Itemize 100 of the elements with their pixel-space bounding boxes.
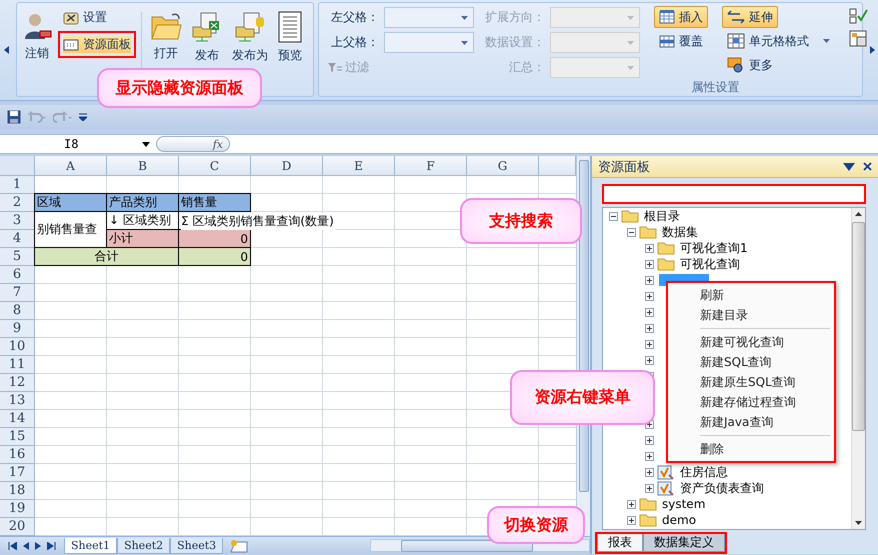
- dropdown-field[interactable]: [384, 32, 474, 53]
- row-header[interactable]: 2: [0, 194, 35, 212]
- menu-item[interactable]: 新建SQL查询: [668, 352, 834, 372]
- expand-icon[interactable]: [645, 340, 654, 348]
- row-header[interactable]: 20: [0, 518, 35, 536]
- sheet-tab[interactable]: Sheet3: [170, 538, 224, 554]
- next-sheet-icon[interactable]: [35, 542, 41, 550]
- resource-panel-button[interactable]: 资源面板: [58, 31, 136, 58]
- dropdown-icon[interactable]: [843, 162, 855, 170]
- scroll-right-icon[interactable]: [870, 46, 875, 54]
- scroll-up-icon[interactable]: [855, 212, 862, 216]
- row-header[interactable]: 17: [0, 464, 35, 482]
- format-button[interactable]: 单元格格式: [722, 30, 835, 52]
- row-header[interactable]: 4: [0, 230, 35, 248]
- check-grid-icon[interactable]: [849, 8, 869, 24]
- tree-item[interactable]: 可视化查询: [678, 256, 742, 272]
- row-header[interactable]: 3: [0, 212, 35, 230]
- callout-tooltip: 支持搜索: [460, 198, 582, 244]
- tree-item[interactable]: 根目录: [642, 208, 682, 224]
- dropdown-field[interactable]: [384, 7, 474, 28]
- more-button[interactable]: 更多: [722, 54, 778, 76]
- row-header[interactable]: 12: [0, 374, 35, 392]
- menu-item[interactable]: 新建原生SQL查询: [668, 372, 834, 392]
- table-icon[interactable]: [849, 30, 869, 48]
- row-header[interactable]: 10: [0, 338, 35, 356]
- expand-icon[interactable]: [645, 468, 654, 476]
- expand-icon[interactable]: [645, 244, 654, 252]
- sheet-tab[interactable]: Sheet2: [117, 538, 170, 554]
- panel-tab[interactable]: 数据集定义: [643, 534, 725, 552]
- cover-button[interactable]: 覆盖: [654, 30, 708, 52]
- insert-button[interactable]: 插入: [654, 6, 708, 28]
- panel-tab[interactable]: 报表: [597, 534, 643, 552]
- function-button[interactable]: fx: [156, 136, 230, 152]
- logout-button[interactable]: 注销: [19, 6, 55, 67]
- expand-icon[interactable]: [645, 452, 654, 460]
- open-button[interactable]: 打开: [147, 6, 185, 67]
- row-header[interactable]: 1: [0, 176, 35, 194]
- publish-as-button[interactable]: 发布为: [229, 6, 271, 69]
- row-header[interactable]: 9: [0, 320, 35, 338]
- row-header[interactable]: 18: [0, 482, 35, 500]
- tree-item[interactable]: 数据集: [660, 224, 700, 240]
- name-box[interactable]: I8: [0, 137, 156, 151]
- menu-item[interactable]: 刷新: [668, 285, 834, 305]
- row-header[interactable]: 16: [0, 446, 35, 464]
- preview-button[interactable]: 预览: [274, 6, 306, 69]
- customize-caret-icon[interactable]: [79, 113, 87, 121]
- collapse-icon[interactable]: [609, 212, 618, 220]
- expand-icon[interactable]: [645, 276, 654, 284]
- vertical-scrollbar[interactable]: [851, 208, 865, 529]
- row-header[interactable]: 6: [0, 266, 35, 284]
- expand-icon[interactable]: [645, 308, 654, 316]
- row-header[interactable]: 15: [0, 428, 35, 446]
- column-header[interactable]: C: [179, 156, 251, 176]
- tree-item[interactable]: 住房信息: [678, 464, 730, 480]
- previous-sheet-icon[interactable]: [23, 542, 29, 550]
- last-sheet-icon[interactable]: [47, 542, 56, 550]
- menu-item[interactable]: 删除: [668, 439, 834, 459]
- expand-icon[interactable]: [645, 356, 654, 364]
- expand-icon[interactable]: [645, 292, 654, 300]
- settings-button[interactable]: 设置: [58, 6, 136, 29]
- expand-icon[interactable]: [645, 436, 654, 444]
- publish-button[interactable]: 发布: [188, 6, 226, 69]
- column-header[interactable]: A: [35, 156, 107, 176]
- sheet-tab[interactable]: Sheet1: [64, 538, 118, 554]
- collapse-icon[interactable]: [627, 228, 636, 236]
- expand-icon[interactable]: [627, 500, 636, 508]
- row-header[interactable]: 14: [0, 410, 35, 428]
- tree-item[interactable]: 资产负债表查询: [678, 480, 766, 496]
- group-label: 属性设置: [690, 79, 740, 96]
- expand-icon[interactable]: [645, 260, 654, 268]
- save-icon[interactable]: [7, 110, 21, 124]
- row-header[interactable]: 5: [0, 248, 35, 266]
- field-label: 左父格：: [330, 9, 379, 26]
- tree-item[interactable]: 可视化查询1: [678, 240, 750, 256]
- row-header[interactable]: 7: [0, 284, 35, 302]
- column-header[interactable]: F: [395, 156, 467, 176]
- menu-item[interactable]: 新建存储过程查询: [668, 392, 834, 412]
- scroll-down-icon[interactable]: [855, 521, 862, 525]
- expand-icon[interactable]: [645, 324, 654, 332]
- row-header[interactable]: 11: [0, 356, 35, 374]
- column-header[interactable]: B: [107, 156, 179, 176]
- column-header[interactable]: E: [323, 156, 395, 176]
- scroll-left-icon[interactable]: [4, 46, 9, 54]
- caret-icon: [142, 142, 150, 146]
- close-icon[interactable]: [863, 162, 872, 171]
- tree-item[interactable]: demo: [660, 512, 698, 528]
- search-field[interactable]: [602, 184, 866, 204]
- column-header[interactable]: D: [251, 156, 323, 176]
- first-sheet-icon[interactable]: [8, 542, 17, 550]
- extend-button[interactable]: 延伸: [722, 6, 778, 28]
- tree-item[interactable]: system: [660, 496, 708, 512]
- expand-icon[interactable]: [645, 484, 654, 492]
- menu-item[interactable]: 新建目录: [668, 305, 834, 325]
- column-header[interactable]: G: [467, 156, 539, 176]
- menu-item[interactable]: 新建Java查询: [668, 412, 834, 432]
- row-header[interactable]: 13: [0, 392, 35, 410]
- row-header[interactable]: 19: [0, 500, 35, 518]
- row-header[interactable]: 8: [0, 302, 35, 320]
- menu-item[interactable]: 新建可视化查询: [668, 332, 834, 352]
- expand-icon[interactable]: [627, 516, 636, 524]
